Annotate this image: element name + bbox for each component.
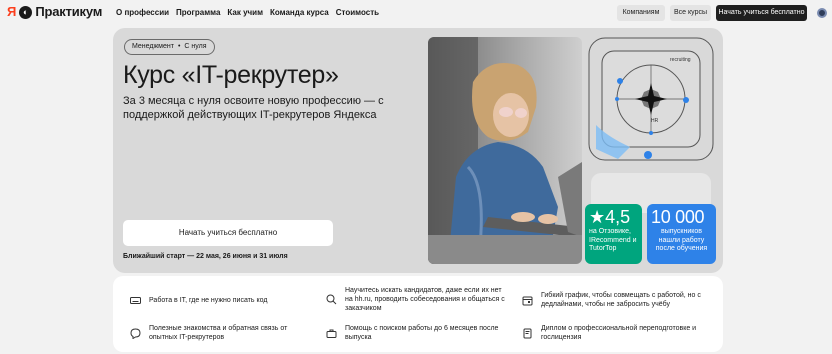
yandex-logo-letter: Я bbox=[7, 4, 17, 19]
page-title: Курс «IT-рекрутер» bbox=[123, 61, 339, 89]
graduates-card: 10 000 выпускников нашли работу после об… bbox=[647, 204, 716, 264]
star-icon: ★ bbox=[589, 207, 606, 227]
nav-item-team[interactable]: Команда курса bbox=[270, 8, 329, 17]
practicum-logo-icon: ◐ bbox=[19, 5, 33, 19]
hero-section: Менеджмент • С нуля Курс «IT-рекрутер» З… bbox=[113, 28, 723, 273]
header-start-free-button[interactable]: Начать учиться бесплатно bbox=[716, 5, 807, 21]
hero-subtitle: За 3 месяца с нуля освоите новую професс… bbox=[123, 95, 384, 121]
compass-illustration: recruiting HR bbox=[588, 37, 714, 161]
student-photo bbox=[428, 37, 582, 264]
feature-text: Полезные знакомства и обратная связь от … bbox=[149, 325, 288, 341]
nav-item-program[interactable]: Программа bbox=[176, 8, 220, 17]
logo-text: Практикум bbox=[35, 4, 103, 19]
companies-button[interactable]: Компаниям bbox=[617, 5, 665, 21]
feature-item: Диплом о профессиональной переподготовке… bbox=[522, 324, 712, 342]
feature-text: Помощь с поиском работы до 6 месяцев пос… bbox=[345, 325, 499, 341]
start-free-button[interactable]: Начать учиться бесплатно bbox=[123, 220, 333, 246]
rating-value: 4,5 bbox=[605, 207, 631, 227]
feature-text: Работа в IT, где не нужно писать код bbox=[149, 297, 268, 304]
chip-separator: • bbox=[177, 43, 181, 50]
feature-text: Диплом о профессиональной переподготовке… bbox=[541, 325, 697, 341]
features-panel: Работа в IT, где не нужно писать код Нау… bbox=[113, 276, 723, 352]
user-avatar-icon[interactable] bbox=[817, 8, 827, 18]
diploma-icon bbox=[523, 328, 532, 338]
main-nav: О профессии Программа Как учим Команда к… bbox=[116, 8, 379, 17]
nav-item-about[interactable]: О профессии bbox=[116, 8, 169, 17]
graduates-value: 10 000 bbox=[651, 207, 705, 227]
keyboard-icon bbox=[130, 297, 141, 304]
search-icon bbox=[326, 294, 337, 305]
feature-text: Научитесь искать кандидатов, даже если и… bbox=[345, 287, 505, 312]
feature-item: Научитесь искать кандидатов, даже если и… bbox=[326, 286, 506, 313]
all-courses-button[interactable]: Все курсы bbox=[670, 5, 711, 21]
compass-label-hr: HR bbox=[651, 118, 659, 124]
calendar-icon bbox=[522, 296, 533, 305]
start-dates: Ближайший старт — 22 мая, 26 июня и 31 и… bbox=[123, 253, 288, 260]
chip-level: С нуля bbox=[184, 43, 207, 50]
category-chip[interactable]: Менеджмент • С нуля bbox=[124, 39, 215, 55]
chat-icon bbox=[130, 327, 141, 339]
feature-text: Гибкий график, чтобы совмещать с работой… bbox=[541, 292, 701, 308]
feature-item: Гибкий график, чтобы совмещать с работой… bbox=[522, 291, 712, 309]
rating-card: ★4,5 на Отзовике, IRecommend и TutorTop bbox=[585, 204, 642, 264]
rating-value-row: ★4,5 bbox=[589, 207, 638, 227]
nav-item-price[interactable]: Стоимость bbox=[336, 8, 379, 17]
feature-item: Полезные знакомства и обратная связь от … bbox=[130, 324, 310, 342]
feature-item: Работа в IT, где не нужно писать код bbox=[130, 295, 310, 306]
graduates-text: выпускников нашли работу после обучения bbox=[655, 228, 708, 252]
site-header: Я ◐ Практикум О профессии Программа Как … bbox=[0, 0, 832, 26]
feature-item: Помощь с поиском работы до 6 месяцев пос… bbox=[326, 324, 506, 342]
compass-label-recruiting: recruiting bbox=[670, 57, 691, 63]
logo[interactable]: Я ◐ Практикум bbox=[7, 5, 102, 19]
chip-category: Менеджмент bbox=[132, 43, 174, 50]
nav-item-how-we-teach[interactable]: Как учим bbox=[227, 8, 263, 17]
rating-text: на Отзовике, IRecommend и TutorTop bbox=[589, 228, 637, 252]
briefcase-icon bbox=[326, 329, 337, 338]
